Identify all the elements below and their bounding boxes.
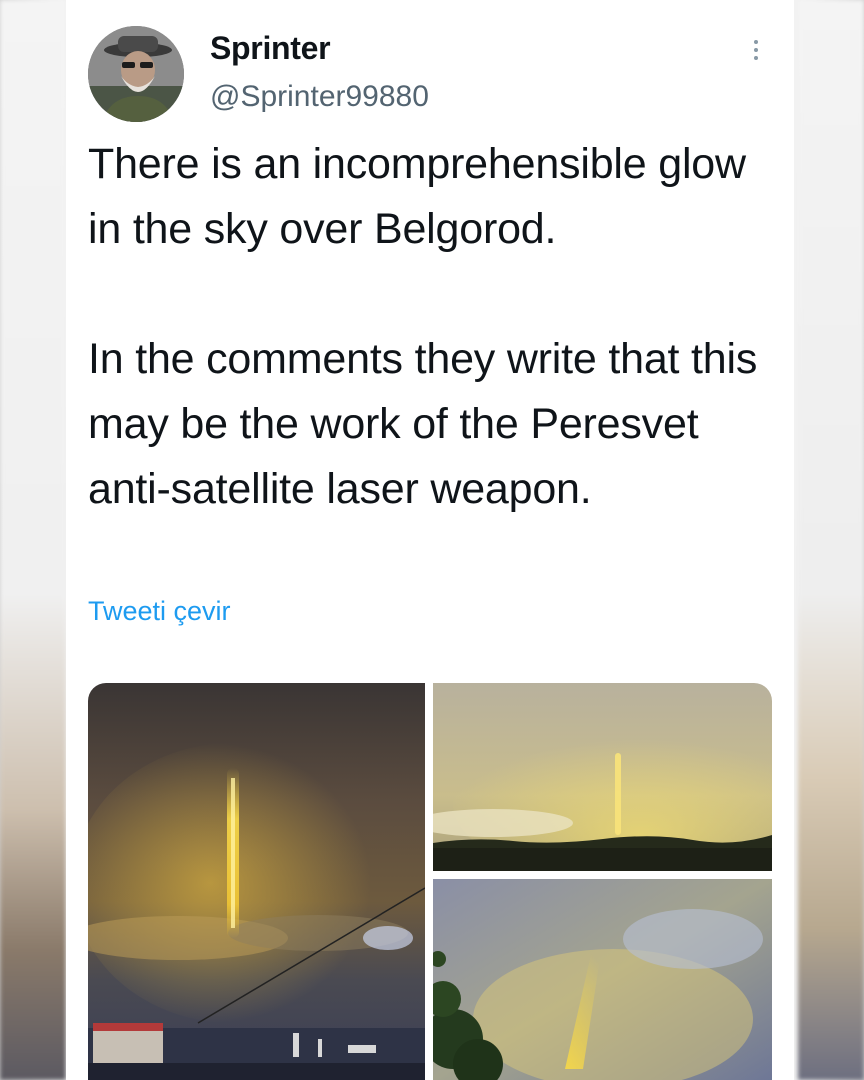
author-handle[interactable]: @Sprinter99880 (210, 80, 429, 114)
avatar[interactable] (88, 26, 184, 122)
tweet-text: There is an incomprehensible glow in the… (88, 140, 758, 513)
video-frame: Sprinter @Sprinter99880 There is an inco… (0, 0, 864, 1080)
left-blur-band (0, 0, 66, 1080)
photo-1[interactable] (88, 683, 425, 1080)
tweet-card: Sprinter @Sprinter99880 There is an inco… (66, 0, 794, 1080)
translate-tweet-link[interactable]: Tweeti çevir (88, 596, 231, 627)
photo-2[interactable] (433, 683, 772, 871)
right-blur-band (798, 0, 864, 1080)
photo-3[interactable] (433, 879, 772, 1080)
avatar-image (88, 26, 184, 122)
tweet-media-grid (88, 683, 772, 1080)
more-vertical-icon[interactable] (746, 36, 766, 72)
author-name[interactable]: Sprinter (210, 30, 331, 67)
